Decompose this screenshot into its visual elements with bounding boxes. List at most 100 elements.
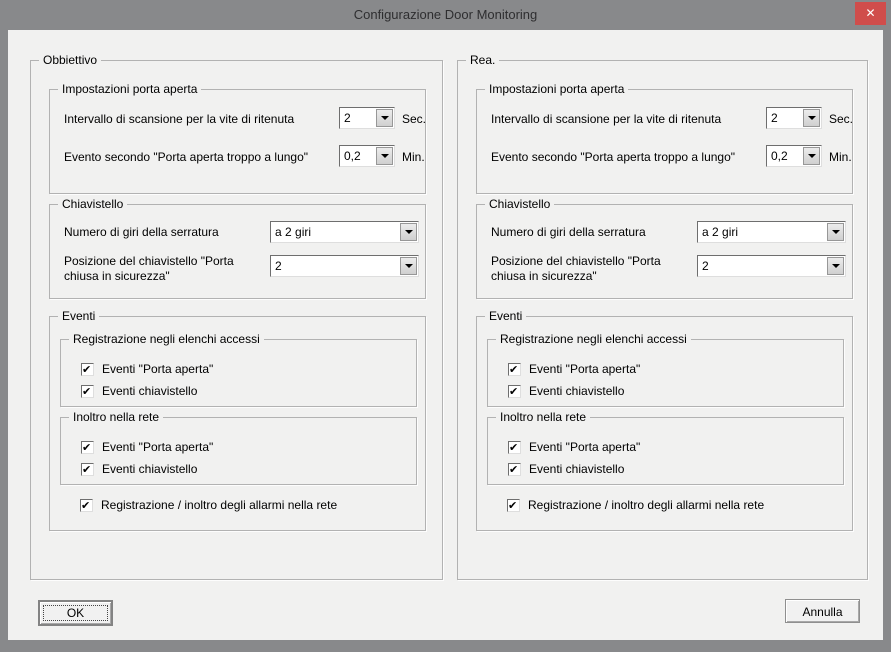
checkbox-label: Eventi "Porta aperta"	[529, 440, 640, 454]
dialog-body: Obbiettivo Impostazioni porta aperta Int…	[8, 30, 883, 640]
checkbox-label: Eventi chiavistello	[102, 462, 197, 476]
bolt-position-label: Posizione del chiavistello "Porta chiusa…	[491, 254, 696, 284]
checkbox-porta-aperta[interactable]	[508, 441, 521, 454]
door-open-event-select[interactable]: 0,2	[339, 145, 395, 167]
group-title: Chiavistello	[485, 197, 554, 211]
checkbox-label: Registrazione / inoltro degli allarmi ne…	[528, 498, 764, 512]
group-title: Impostazioni porta aperta	[58, 82, 201, 96]
checkbox-row: Registrazione / inoltro degli allarmi ne…	[80, 497, 337, 513]
panel-rea: Rea. Impostazioni porta aperta Intervall…	[457, 60, 868, 580]
checkbox-chiavistello[interactable]	[508, 385, 521, 398]
checkbox-label: Eventi "Porta aperta"	[102, 362, 213, 376]
dropdown-button[interactable]	[827, 223, 844, 241]
door-open-event-value: 0,2	[344, 149, 361, 163]
group-eventi: Eventi Registrazione negli elenchi acces…	[476, 316, 853, 531]
checkbox-row: Eventi "Porta aperta"	[508, 361, 640, 377]
checkbox-row: Eventi chiavistello	[81, 461, 197, 477]
dropdown-button[interactable]	[400, 257, 417, 275]
bolt-position-value: 2	[702, 259, 709, 273]
scan-interval-select[interactable]: 2	[766, 107, 822, 129]
ok-button[interactable]: OK	[38, 600, 113, 626]
dropdown-button[interactable]	[803, 147, 820, 165]
lock-turns-select[interactable]: a 2 giri	[270, 221, 419, 243]
bolt-position-value: 2	[275, 259, 282, 273]
group-title: Chiavistello	[58, 197, 127, 211]
group-registrazione-accessi: Registrazione negli elenchi accessi Even…	[60, 339, 417, 407]
group-eventi: Eventi Registrazione negli elenchi acces…	[49, 316, 426, 531]
scan-interval-select[interactable]: 2	[339, 107, 395, 129]
group-title: Impostazioni porta aperta	[485, 82, 628, 96]
checkbox-chiavistello[interactable]	[508, 463, 521, 476]
group-impostazioni-porta-aperta: Impostazioni porta aperta Intervallo di …	[476, 89, 853, 194]
group-title: Inoltro nella rete	[496, 410, 590, 424]
bolt-position-select[interactable]: 2	[697, 255, 846, 277]
dropdown-button[interactable]	[376, 109, 393, 127]
chevron-down-icon	[832, 264, 840, 268]
door-open-event-unit: Min.	[402, 150, 425, 164]
door-open-event-select[interactable]: 0,2	[766, 145, 822, 167]
group-impostazioni-porta-aperta: Impostazioni porta aperta Intervallo di …	[49, 89, 426, 194]
scan-interval-label: Intervallo di scansione per la vite di r…	[491, 112, 721, 126]
checkbox-porta-aperta[interactable]	[508, 363, 521, 376]
group-title: Registrazione negli elenchi accessi	[69, 332, 264, 346]
lock-turns-label: Numero di giri della serratura	[491, 225, 646, 239]
checkbox-row: Eventi chiavistello	[81, 383, 197, 399]
checkbox-row: Eventi chiavistello	[508, 383, 624, 399]
dropdown-button[interactable]	[376, 147, 393, 165]
checkbox-label: Eventi "Porta aperta"	[529, 362, 640, 376]
bolt-position-label: Posizione del chiavistello "Porta chiusa…	[64, 254, 269, 284]
close-button[interactable]: ✕	[855, 2, 886, 25]
checkbox-porta-aperta[interactable]	[81, 441, 94, 454]
panel-rea-title: Rea.	[466, 53, 499, 67]
door-open-event-unit: Min.	[829, 150, 852, 164]
lock-turns-label: Numero di giri della serratura	[64, 225, 219, 239]
scan-interval-label: Intervallo di scansione per la vite di r…	[64, 112, 294, 126]
cancel-button-label: Annulla	[802, 605, 842, 619]
chevron-down-icon	[381, 116, 389, 120]
door-open-event-value: 0,2	[771, 149, 788, 163]
panel-obbiettivo-title: Obbiettivo	[39, 53, 101, 67]
chevron-down-icon	[381, 154, 389, 158]
dropdown-button[interactable]	[803, 109, 820, 127]
group-title: Registrazione negli elenchi accessi	[496, 332, 691, 346]
scan-interval-unit: Sec.	[829, 112, 853, 126]
dropdown-button[interactable]	[400, 223, 417, 241]
group-chiavistello: Chiavistello Numero di giri della serrat…	[476, 204, 853, 299]
checkbox-allarmi-rete[interactable]	[80, 499, 93, 512]
checkbox-row: Eventi "Porta aperta"	[81, 439, 213, 455]
title-bar: Configurazione Door Monitoring ✕	[0, 0, 891, 30]
checkbox-porta-aperta[interactable]	[81, 363, 94, 376]
chevron-down-icon	[808, 116, 816, 120]
door-open-event-label: Evento secondo "Porta aperta troppo a lu…	[491, 150, 735, 164]
checkbox-row: Eventi "Porta aperta"	[508, 439, 640, 455]
cancel-button[interactable]: Annulla	[785, 599, 860, 623]
checkbox-row: Eventi chiavistello	[508, 461, 624, 477]
close-icon: ✕	[865, 6, 875, 20]
scan-interval-value: 2	[771, 111, 778, 125]
group-inoltro-rete: Inoltro nella rete Eventi "Porta aperta"…	[60, 417, 417, 485]
bolt-position-select[interactable]: 2	[270, 255, 419, 277]
lock-turns-select[interactable]: a 2 giri	[697, 221, 846, 243]
lock-turns-value: a 2 giri	[702, 225, 738, 239]
checkbox-chiavistello[interactable]	[81, 463, 94, 476]
group-title: Inoltro nella rete	[69, 410, 163, 424]
checkbox-row: Registrazione / inoltro degli allarmi ne…	[507, 497, 764, 513]
chevron-down-icon	[832, 230, 840, 234]
dropdown-button[interactable]	[827, 257, 844, 275]
group-title: Eventi	[485, 309, 526, 323]
chevron-down-icon	[405, 264, 413, 268]
ok-button-label: OK	[67, 606, 84, 620]
checkbox-chiavistello[interactable]	[81, 385, 94, 398]
group-registrazione-accessi: Registrazione negli elenchi accessi Even…	[487, 339, 844, 407]
checkbox-label: Eventi chiavistello	[102, 384, 197, 398]
checkbox-allarmi-rete[interactable]	[507, 499, 520, 512]
group-chiavistello: Chiavistello Numero di giri della serrat…	[49, 204, 426, 299]
panel-obbiettivo: Obbiettivo Impostazioni porta aperta Int…	[30, 60, 443, 580]
scan-interval-value: 2	[344, 111, 351, 125]
door-open-event-label: Evento secondo "Porta aperta troppo a lu…	[64, 150, 308, 164]
window-title: Configurazione Door Monitoring	[0, 7, 891, 22]
lock-turns-value: a 2 giri	[275, 225, 311, 239]
group-title: Eventi	[58, 309, 99, 323]
group-inoltro-rete: Inoltro nella rete Eventi "Porta aperta"…	[487, 417, 844, 485]
checkbox-label: Eventi chiavistello	[529, 384, 624, 398]
